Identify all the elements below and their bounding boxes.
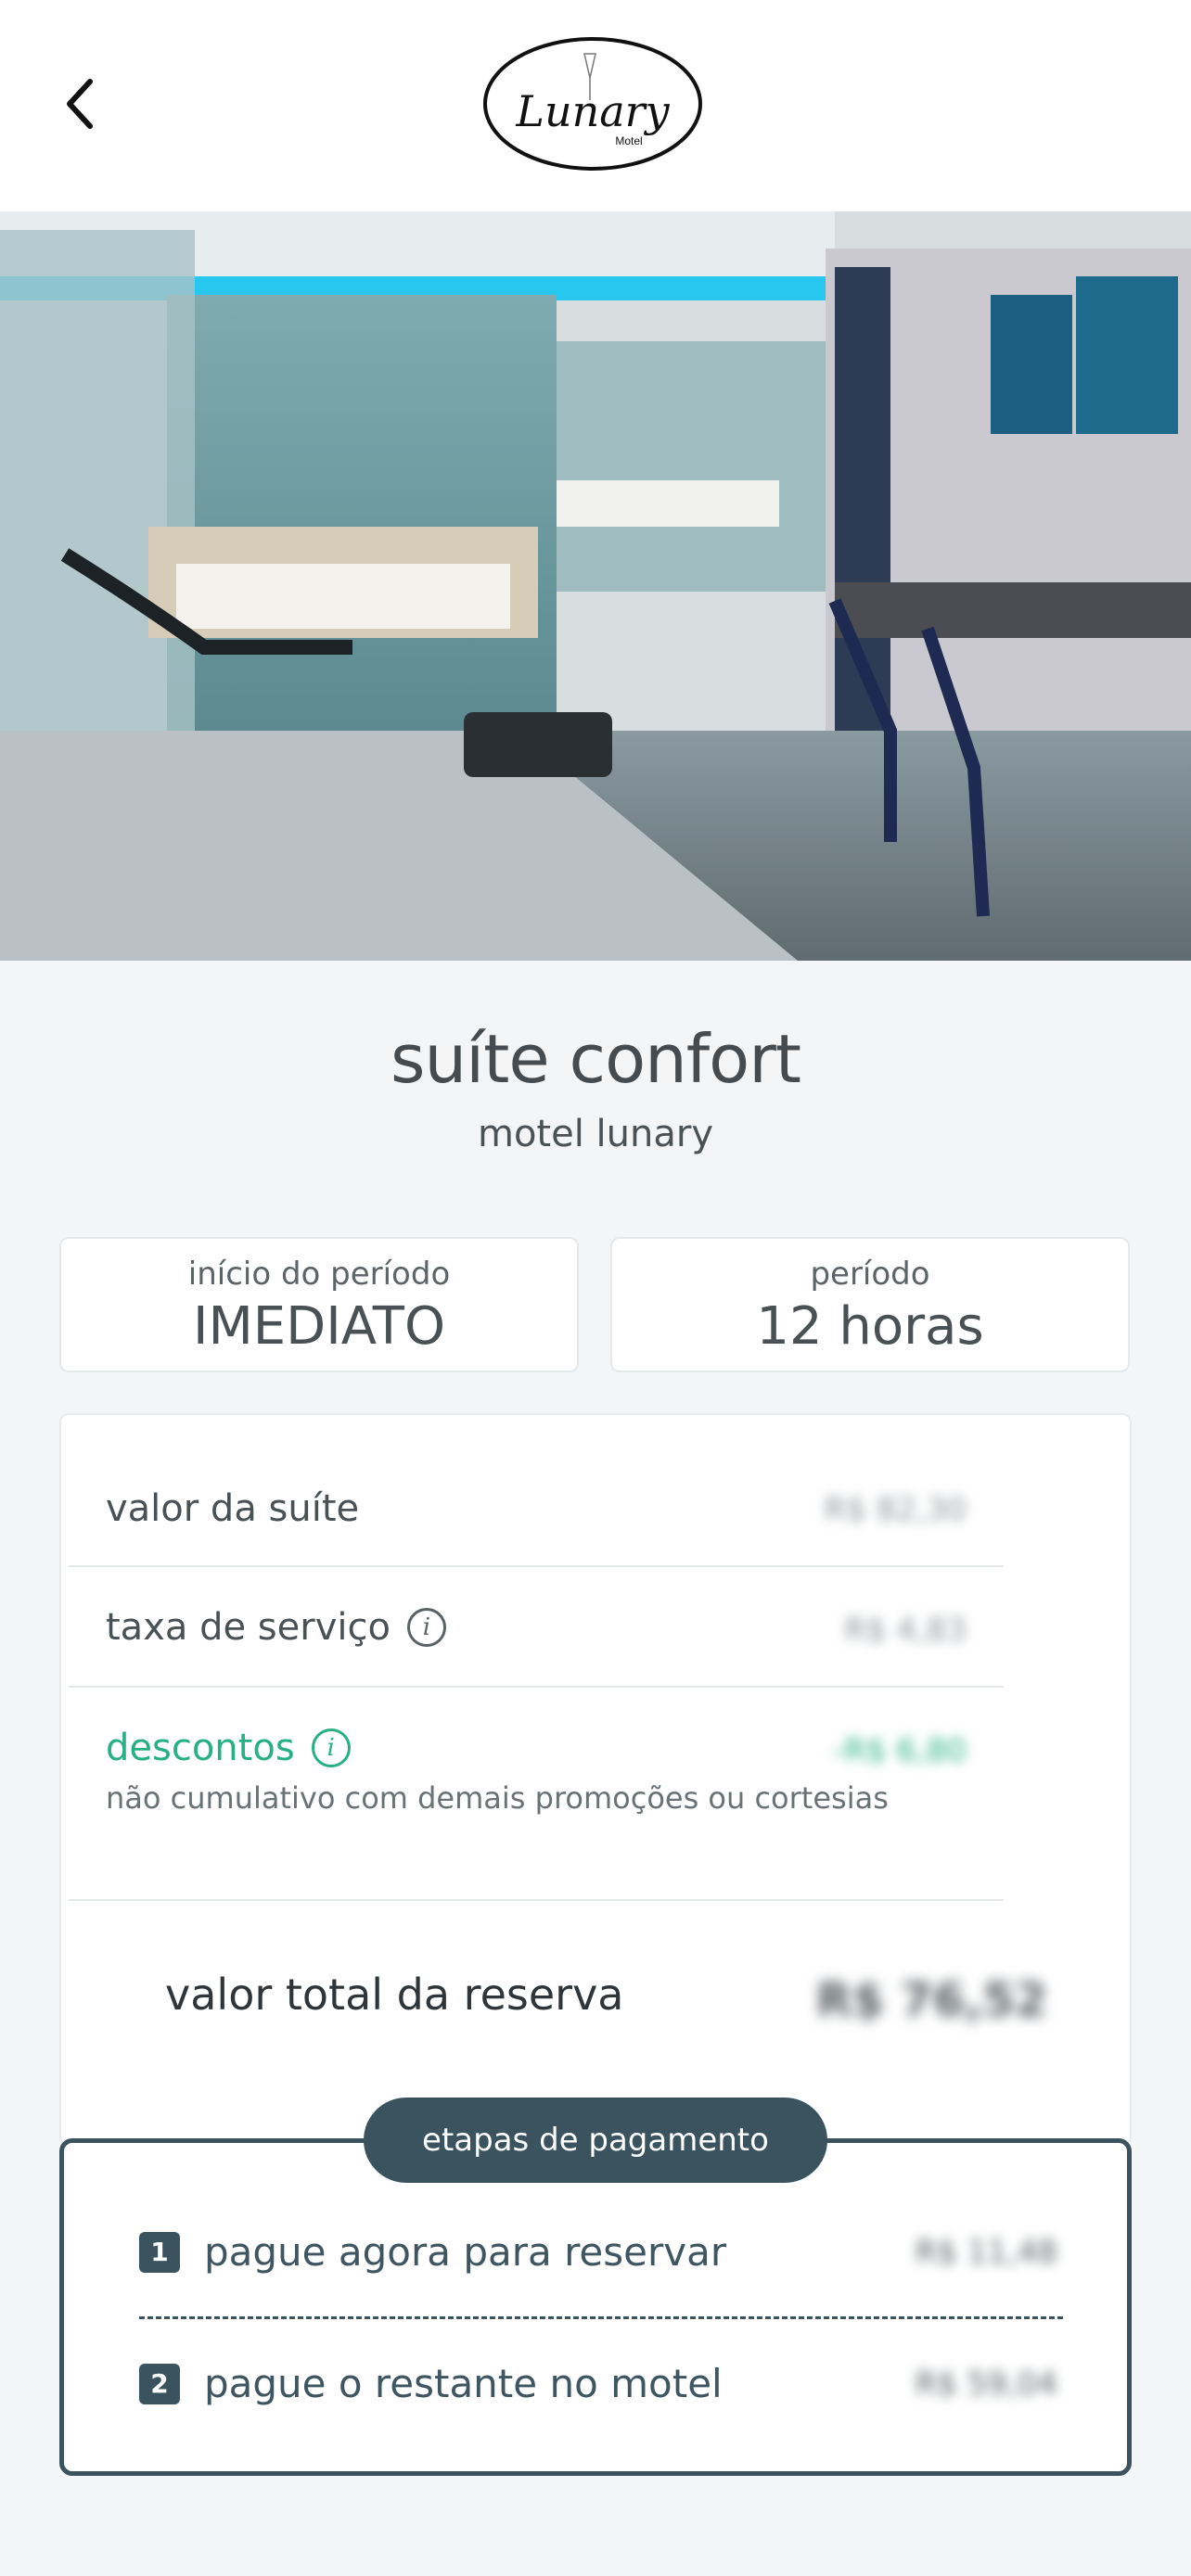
service-fee-amount: R$ 4,83	[844, 1612, 967, 1649]
payment-steps-box	[59, 2138, 1132, 2476]
discount-label: descontos	[106, 1727, 295, 1769]
period-start-value: IMEDIATO	[192, 1296, 446, 1357]
period-start-card: início do período IMEDIATO	[59, 1237, 579, 1372]
motel-logo: Lunary Motel	[480, 35, 705, 172]
step-2-label: pague o restante no motel	[204, 2361, 723, 2406]
motel-name: motel lunary	[477, 1113, 713, 1155]
info-icon[interactable]: i	[406, 1608, 446, 1647]
chevron-left-icon	[67, 79, 93, 129]
period-duration-card: período 12 horas	[610, 1237, 1130, 1372]
total-label: valor total da reserva	[165, 1970, 624, 2020]
suite-value-amount: R$ 82,30	[824, 1491, 967, 1528]
top-header: Lunary Motel	[0, 0, 1191, 211]
discount-row: descontos i -R$ 6,80 não cumulativo com …	[69, 1688, 1004, 1901]
svg-text:Motel: Motel	[615, 134, 642, 147]
service-fee-row: taxa de serviço i R$ 4,83	[69, 1567, 1004, 1688]
period-start-label: início do período	[187, 1256, 451, 1293]
svg-text:Lunary: Lunary	[515, 86, 670, 136]
service-fee-label: taxa de serviço	[106, 1606, 391, 1649]
payment-step-2: 2 pague o restante no motel R$ 59,04	[139, 2361, 1057, 2406]
suite-photo-carousel[interactable]	[0, 211, 1191, 961]
info-icon[interactable]: i	[311, 1728, 351, 1767]
step-2-amount: R$ 59,04	[915, 2365, 1057, 2403]
step-number-badge: 1	[139, 2231, 180, 2273]
back-button[interactable]	[52, 74, 108, 134]
payment-step-1: 1 pague agora para reservar R$ 11,48	[139, 2229, 1057, 2275]
payment-steps-title: etapas de pagamento	[364, 2098, 827, 2183]
suite-value-label: valor da suíte	[106, 1487, 360, 1530]
step-1-amount: R$ 11,48	[915, 2233, 1057, 2271]
discount-note: não cumulativo com demais promoções ou c…	[106, 1780, 889, 1816]
step-1-label: pague agora para reservar	[204, 2229, 727, 2275]
period-duration-label: período	[810, 1256, 930, 1293]
discount-amount: -R$ 6,80	[832, 1732, 967, 1769]
period-duration-value: 12 horas	[756, 1296, 984, 1357]
step-number-badge: 2	[139, 2363, 180, 2404]
suite-photo	[0, 211, 1191, 961]
suite-value-row: valor da suíte R$ 82,30	[69, 1447, 1004, 1567]
total-amount: R$ 76,52	[816, 1973, 1047, 2027]
step-divider	[139, 2316, 1063, 2319]
suite-name: suíte confort	[390, 1020, 801, 1098]
